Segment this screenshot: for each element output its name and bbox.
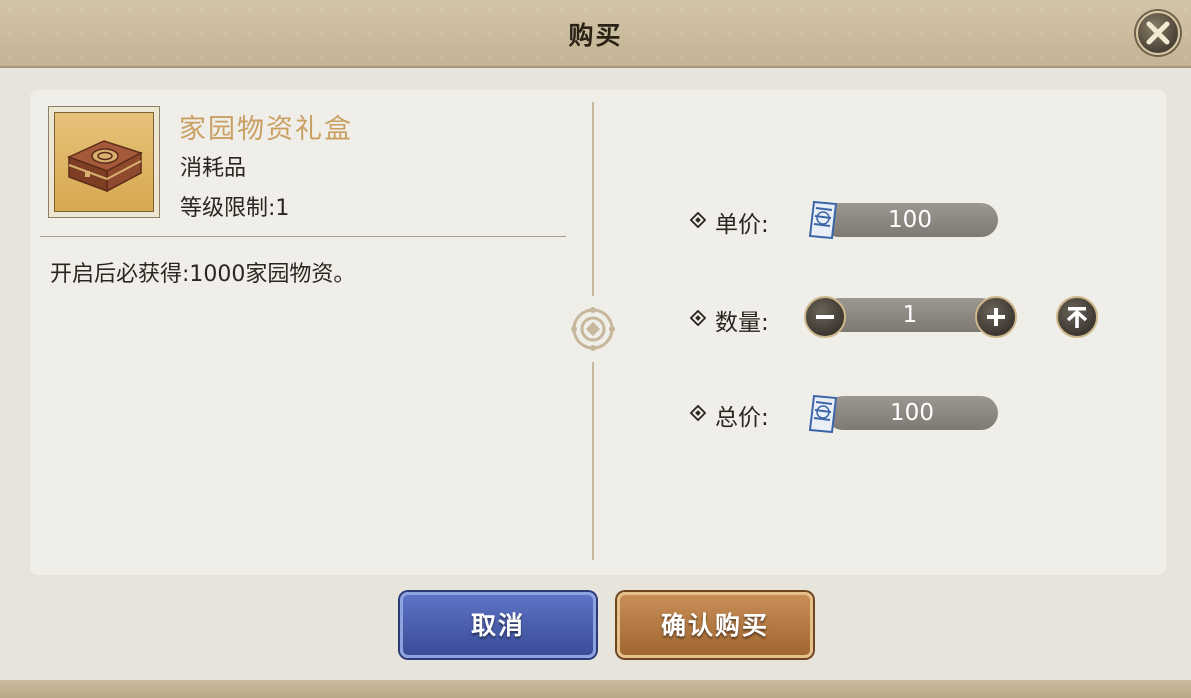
vertical-divider-top bbox=[592, 102, 594, 296]
coupon-icon bbox=[808, 200, 838, 240]
vertical-divider-bottom bbox=[592, 362, 594, 560]
bottom-border bbox=[0, 680, 1191, 698]
unit-price-label: 单价: bbox=[715, 212, 769, 238]
dialog-title: 购买 bbox=[568, 21, 623, 50]
plus-icon bbox=[987, 308, 1005, 326]
diamond-bullet-icon bbox=[690, 310, 706, 326]
purchase-dialog: 购买 家园物资礼盒 消耗品 等级限制:1 开启后必获得:1000家园物资。 单价… bbox=[0, 0, 1191, 698]
unit-price-value: 100 bbox=[822, 203, 998, 237]
title-bar: 购买 bbox=[0, 0, 1191, 68]
item-icon-background bbox=[54, 112, 154, 212]
ornament-icon bbox=[571, 307, 615, 351]
total-price-label: 总价: bbox=[715, 405, 769, 431]
coupon-icon bbox=[808, 394, 838, 434]
item-icon-frame bbox=[48, 106, 160, 218]
minus-icon bbox=[816, 315, 834, 319]
item-type: 消耗品 bbox=[180, 156, 247, 181]
cancel-button[interactable]: 取消 bbox=[400, 592, 596, 658]
divider bbox=[40, 236, 566, 237]
confirm-purchase-button[interactable]: 确认购买 bbox=[617, 592, 813, 658]
diamond-bullet-icon bbox=[690, 405, 706, 421]
gift-box-icon bbox=[67, 140, 143, 193]
item-description: 开启后必获得:1000家园物资。 bbox=[50, 262, 356, 287]
quantity-label: 数量: bbox=[715, 310, 769, 336]
total-price-value: 100 bbox=[826, 396, 998, 430]
decrease-quantity-button[interactable] bbox=[804, 296, 846, 338]
item-level-limit: 等级限制:1 bbox=[180, 196, 290, 221]
close-icon bbox=[1146, 21, 1170, 45]
increase-quantity-button[interactable] bbox=[975, 296, 1017, 338]
max-arrow-icon bbox=[1066, 307, 1088, 328]
close-button[interactable] bbox=[1136, 11, 1180, 55]
max-quantity-button[interactable] bbox=[1056, 296, 1098, 338]
diamond-bullet-icon bbox=[690, 212, 706, 228]
item-name: 家园物资礼盒 bbox=[179, 114, 353, 145]
quantity-input[interactable]: 1 bbox=[822, 298, 998, 332]
